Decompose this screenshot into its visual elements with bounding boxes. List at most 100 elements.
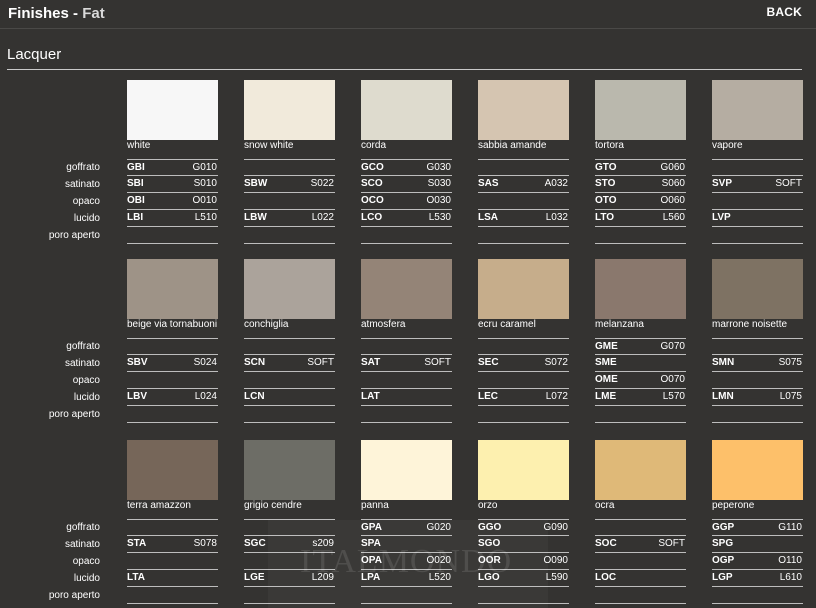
finish-code-cell	[595, 227, 686, 244]
color-swatch[interactable]	[361, 440, 452, 500]
color-swatch[interactable]	[127, 80, 218, 140]
finish-code: SCN	[244, 357, 266, 368]
finish-code-cell: SPG	[712, 536, 803, 553]
finish-code-cell	[595, 406, 686, 423]
finish-code-cell: SCN SOFT	[244, 355, 335, 372]
finish-code-cell	[244, 227, 335, 244]
finish-code-cell: SBW S022	[244, 176, 335, 193]
swatch-name: corda	[361, 140, 387, 151]
swatch-name: peperone	[712, 500, 755, 511]
color-swatch[interactable]	[244, 259, 335, 319]
color-swatch[interactable]	[595, 259, 686, 319]
finish-code-cell	[478, 587, 569, 604]
finish-code-cell: SPA	[361, 536, 452, 553]
finish-number: L024	[194, 391, 217, 402]
finish-number: L075	[779, 391, 802, 402]
finish-code-cell	[712, 372, 803, 389]
finish-number: O090	[543, 555, 568, 566]
finish-code: LBW	[244, 212, 267, 223]
finish-code-cell: OPA O020	[361, 553, 452, 570]
finish-number: s209	[312, 538, 334, 549]
finish-code-cell: SME	[595, 355, 686, 372]
finish-code: GBI	[127, 162, 145, 173]
color-swatch[interactable]	[595, 440, 686, 500]
finish-code-cell: LCN	[244, 389, 335, 406]
finish-code: SAT	[361, 357, 381, 368]
finish-code-cell: GPA G020	[361, 519, 452, 536]
finish-number: L610	[779, 572, 802, 583]
back-button[interactable]: BACK	[767, 5, 802, 19]
finish-code-cell	[244, 193, 335, 210]
finish-code: STO	[595, 178, 616, 189]
color-swatch[interactable]	[127, 259, 218, 319]
finish-code-cell	[244, 338, 335, 355]
color-swatch[interactable]	[244, 440, 335, 500]
finish-code: LME	[595, 391, 617, 402]
finish-number: G110	[778, 522, 802, 533]
color-swatch[interactable]	[361, 80, 452, 140]
finish-code: SGC	[244, 538, 266, 549]
color-swatch[interactable]	[478, 80, 569, 140]
finish-label: poro aperto	[48, 230, 100, 241]
swatch-name: snow white	[244, 140, 294, 151]
swatch-name: sabbia amande	[478, 140, 547, 151]
finish-label: goffrato	[66, 341, 100, 352]
finish-code-cell: SCO S030	[361, 176, 452, 193]
color-swatch[interactable]	[595, 80, 686, 140]
finish-code: OGP	[712, 555, 735, 566]
finish-code-cell	[478, 193, 569, 210]
color-swatch[interactable]	[712, 80, 803, 140]
finish-label: satinato	[64, 358, 100, 369]
finish-code: LCN	[244, 391, 265, 402]
color-swatch[interactable]	[712, 259, 803, 319]
finish-code-cell	[361, 227, 452, 244]
finish-code-cell: LCO L530	[361, 210, 452, 227]
finish-code-cell	[712, 227, 803, 244]
finish-code-cell	[478, 159, 569, 176]
finish-code-cell: OME O070	[595, 372, 686, 389]
finish-code-cell	[712, 587, 803, 604]
swatch-name: terra amazzon	[127, 500, 191, 511]
finish-code-cell	[127, 338, 218, 355]
finish-code-cell: LBV L024	[127, 389, 218, 406]
finish-number: L510	[194, 212, 217, 223]
finish-code-cell	[244, 553, 335, 570]
finish-code-cell	[712, 338, 803, 355]
finish-code-cell	[712, 193, 803, 210]
finish-code: SME	[595, 357, 617, 368]
finish-number: S078	[193, 538, 217, 549]
color-swatch[interactable]	[244, 80, 335, 140]
color-swatch[interactable]	[361, 259, 452, 319]
finish-code-cell	[712, 159, 803, 176]
finish-code-cell	[244, 587, 335, 604]
finish-code: GTO	[595, 162, 617, 173]
finish-code: OTO	[595, 195, 617, 206]
finish-code-cell: GGO G090	[478, 519, 569, 536]
finish-code-cell	[127, 553, 218, 570]
swatch-name: atmosfera	[361, 319, 406, 330]
finish-code: SBW	[244, 178, 268, 189]
color-swatch[interactable]	[712, 440, 803, 500]
finish-number: G060	[660, 162, 685, 173]
finish-number: SOFT	[424, 357, 451, 368]
color-swatch[interactable]	[127, 440, 218, 500]
finish-label: lucido	[73, 573, 100, 584]
finish-number: S030	[427, 178, 451, 189]
finish-code: LTO	[595, 212, 615, 223]
finish-code: SBI	[127, 178, 144, 189]
finish-label: opaco	[72, 375, 100, 386]
finish-code-cell: SAT SOFT	[361, 355, 452, 372]
finish-label: poro aperto	[48, 590, 100, 601]
color-swatch[interactable]	[478, 440, 569, 500]
section-divider	[7, 69, 802, 70]
finish-number: O010	[192, 195, 217, 206]
finish-code: SAS	[478, 178, 499, 189]
finish-code-cell: LGO L590	[478, 570, 569, 587]
finish-number: G090	[543, 522, 568, 533]
finish-code-cell: GTO G060	[595, 159, 686, 176]
color-swatch[interactable]	[478, 259, 569, 319]
finish-code: OPA	[361, 555, 382, 566]
page-title-sub: Fat	[82, 5, 105, 22]
finish-number: O070	[660, 374, 685, 385]
finish-number: O110	[778, 555, 802, 566]
